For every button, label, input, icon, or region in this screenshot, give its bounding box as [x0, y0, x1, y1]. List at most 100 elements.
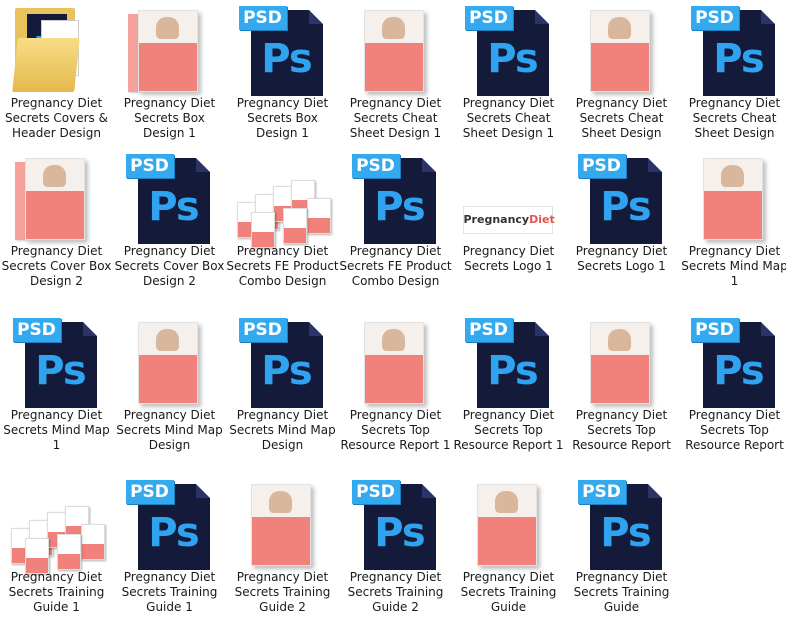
file-item[interactable]: Pregnancy Diet Secrets Top Resource Repo… [565, 312, 678, 453]
training-guide-thumbnail [235, 478, 331, 570]
training-guide-thumbnail [461, 478, 557, 570]
mind-map-thumbnail [122, 316, 218, 408]
file-name-label: Pregnancy Diet Secrets Cheat Sheet Desig… [575, 96, 668, 140]
psd-file-icon: Ps PSD [235, 4, 331, 96]
ps-text: Ps [713, 36, 764, 82]
psd-file-icon: Ps PSD [122, 478, 218, 570]
file-name-label: Pregnancy Diet Secrets Box Design 1 [236, 96, 329, 140]
ps-text: Ps [600, 184, 651, 230]
report-thumbnail [348, 316, 444, 408]
file-item[interactable]: Ps PSD Pregnancy Diet Secrets Top Resource… [452, 312, 565, 453]
file-item[interactable]: Ps PSD Pregnancy Diet Secrets Training Gui… [113, 474, 226, 615]
psd-tag: PSD [125, 154, 174, 178]
psd-file-icon: Ps PSD [461, 316, 557, 408]
file-name-label: Pregnancy Diet Secrets Training Guide 2 [234, 570, 331, 614]
file-item[interactable]: Pregnancy Diet Secrets Training Guide [452, 474, 565, 615]
file-item[interactable]: Ps PSD Pregnancy Diet Secrets Cheat Sheet … [678, 0, 786, 141]
file-item[interactable]: PregnancyDiet Pregnancy Diet Secrets Logo… [452, 148, 565, 274]
file-name-label: Pregnancy Diet Secrets Mind Map Design [116, 408, 223, 452]
psd-file-icon: Ps PSD [235, 316, 331, 408]
file-name-label: Pregnancy Diet Secrets Training Guide 1 [8, 570, 105, 614]
file-name-label: Pregnancy Diet Secrets Top Resource Repo… [572, 408, 671, 452]
file-item[interactable]: Pregnancy Diet Secrets Cheat Sheet Desig… [565, 0, 678, 141]
psd-tag: PSD [238, 6, 287, 30]
file-item[interactable]: Pregnancy Diet Secrets Training Guide 2 [226, 474, 339, 615]
file-name-label: Pregnancy Diet Secrets Cover Box Design … [114, 244, 225, 288]
file-name-label: Pregnancy Diet Secrets Cheat Sheet Desig… [688, 96, 781, 140]
psd-file-icon: Ps PSD [574, 478, 670, 570]
cheat-sheet-thumbnail [574, 4, 670, 96]
ps-text: Ps [261, 36, 312, 82]
folder-icon: Ps [9, 4, 105, 96]
file-name-label: Pregnancy Diet Secrets Training Guide [460, 570, 557, 614]
file-item[interactable]: Pregnancy Diet Secrets Training Guide 1 [0, 474, 113, 615]
ps-text: Ps [148, 510, 199, 556]
psd-file-icon: Ps PSD [122, 152, 218, 244]
file-item[interactable]: Ps PSD Pregnancy Diet Secrets Top Resource… [678, 312, 786, 453]
psd-tag: PSD [464, 318, 513, 342]
file-name-label: Pregnancy Diet Secrets Cheat Sheet Desig… [462, 96, 555, 140]
file-name-label: Pregnancy Diet Secrets Mind Map 1 [3, 408, 110, 452]
ps-text: Ps [600, 510, 651, 556]
file-item[interactable]: Ps PSD Pregnancy Diet Secrets Logo 1 [565, 148, 678, 274]
ps-text: Ps [261, 348, 312, 394]
file-name-label: Pregnancy Diet Secrets Cheat Sheet Desig… [349, 96, 442, 140]
product-combo-thumbnail [235, 152, 331, 248]
ps-text: Ps [487, 348, 538, 394]
report-thumbnail [574, 316, 670, 408]
file-name-label: Pregnancy Diet Secrets Top Resource Repo… [685, 408, 784, 452]
file-item[interactable]: Ps PSD Pregnancy Diet Secrets FE Product C… [339, 148, 452, 289]
training-guide-thumbnail [9, 478, 105, 574]
psd-file-icon: Ps PSD [348, 478, 444, 570]
psd-tag: PSD [12, 318, 61, 342]
file-name-label: Pregnancy Diet Secrets Box Design 1 [123, 96, 216, 140]
psd-file-icon: Ps PSD [687, 4, 783, 96]
file-name-label: Pregnancy Diet Secrets Training Guide 1 [121, 570, 218, 614]
box-cover-thumbnail [122, 4, 218, 96]
psd-tag: PSD [577, 154, 626, 178]
file-item[interactable]: PsPregnancy Diet Secrets Covers & Header… [0, 0, 113, 141]
psd-tag: PSD [351, 154, 400, 178]
logo-image: PregnancyDiet [462, 206, 555, 234]
file-item[interactable]: Ps PSD Pregnancy Diet Secrets Mind Map 1 [0, 312, 113, 453]
psd-tag: PSD [464, 6, 513, 30]
file-name-label: Pregnancy Diet Secrets Covers & Header D… [5, 96, 108, 140]
file-item[interactable]: Ps PSD Pregnancy Diet Secrets Mind Map Des… [226, 312, 339, 453]
ps-text: Ps [374, 510, 425, 556]
file-item[interactable]: Ps PSD Pregnancy Diet Secrets Cover Box De… [113, 148, 226, 289]
file-item[interactable]: Pregnancy Diet Secrets Cover Box Design … [0, 148, 113, 289]
file-name-label: Pregnancy Diet Secrets FE Product Combo … [226, 244, 339, 288]
cover-box-thumbnail [9, 152, 105, 244]
file-item[interactable]: Pregnancy Diet Secrets Top Resource Repo… [339, 312, 452, 453]
psd-file-icon: Ps PSD [348, 152, 444, 244]
file-item[interactable]: Pregnancy Diet Secrets Mind Map 1 [678, 148, 786, 289]
psd-file-icon: Ps PSD [461, 4, 557, 96]
ps-text: Ps [374, 184, 425, 230]
ps-text: Ps [487, 36, 538, 82]
file-item[interactable]: Ps PSD Pregnancy Diet Secrets Training Gui… [339, 474, 452, 615]
file-name-label: Pregnancy Diet Secrets Top Resource Repo… [340, 408, 451, 452]
ps-text: Ps [35, 348, 86, 394]
file-name-label: Pregnancy Diet Secrets Training Guide 2 [347, 570, 444, 614]
psd-tag: PSD [577, 480, 626, 504]
psd-tag: PSD [690, 318, 739, 342]
file-name-label: Pregnancy Diet Secrets Training Guide [573, 570, 670, 614]
ps-text: Ps [713, 348, 764, 394]
psd-file-icon: Ps PSD [574, 152, 670, 244]
file-item[interactable]: Pregnancy Diet Secrets FE Product Combo … [226, 148, 339, 289]
psd-tag: PSD [238, 318, 287, 342]
file-item[interactable]: Ps PSD Pregnancy Diet Secrets Cheat Sheet … [452, 0, 565, 141]
file-item[interactable]: Pregnancy Diet Secrets Mind Map Design [113, 312, 226, 453]
psd-file-icon: Ps PSD [9, 316, 105, 408]
file-item[interactable]: Ps PSD Pregnancy Diet Secrets Box Design 1 [226, 0, 339, 141]
file-name-label: Pregnancy Diet Secrets Top Resource Repo… [453, 408, 564, 452]
file-name-label: Pregnancy Diet Secrets FE Product Combo … [339, 244, 452, 288]
file-name-label: Pregnancy Diet Secrets Mind Map Design [229, 408, 336, 452]
psd-tag: PSD [125, 480, 174, 504]
file-item[interactable]: Ps PSD Pregnancy Diet Secrets Training Gui… [565, 474, 678, 615]
logo-thumbnail: PregnancyDiet [461, 152, 557, 244]
file-item[interactable]: Pregnancy Diet Secrets Cheat Sheet Desig… [339, 0, 452, 141]
file-name-label: Pregnancy Diet Secrets Cover Box Design … [1, 244, 112, 288]
file-name-label: Pregnancy Diet Secrets Logo 1 [462, 244, 555, 273]
file-item[interactable]: Pregnancy Diet Secrets Box Design 1 [113, 0, 226, 141]
